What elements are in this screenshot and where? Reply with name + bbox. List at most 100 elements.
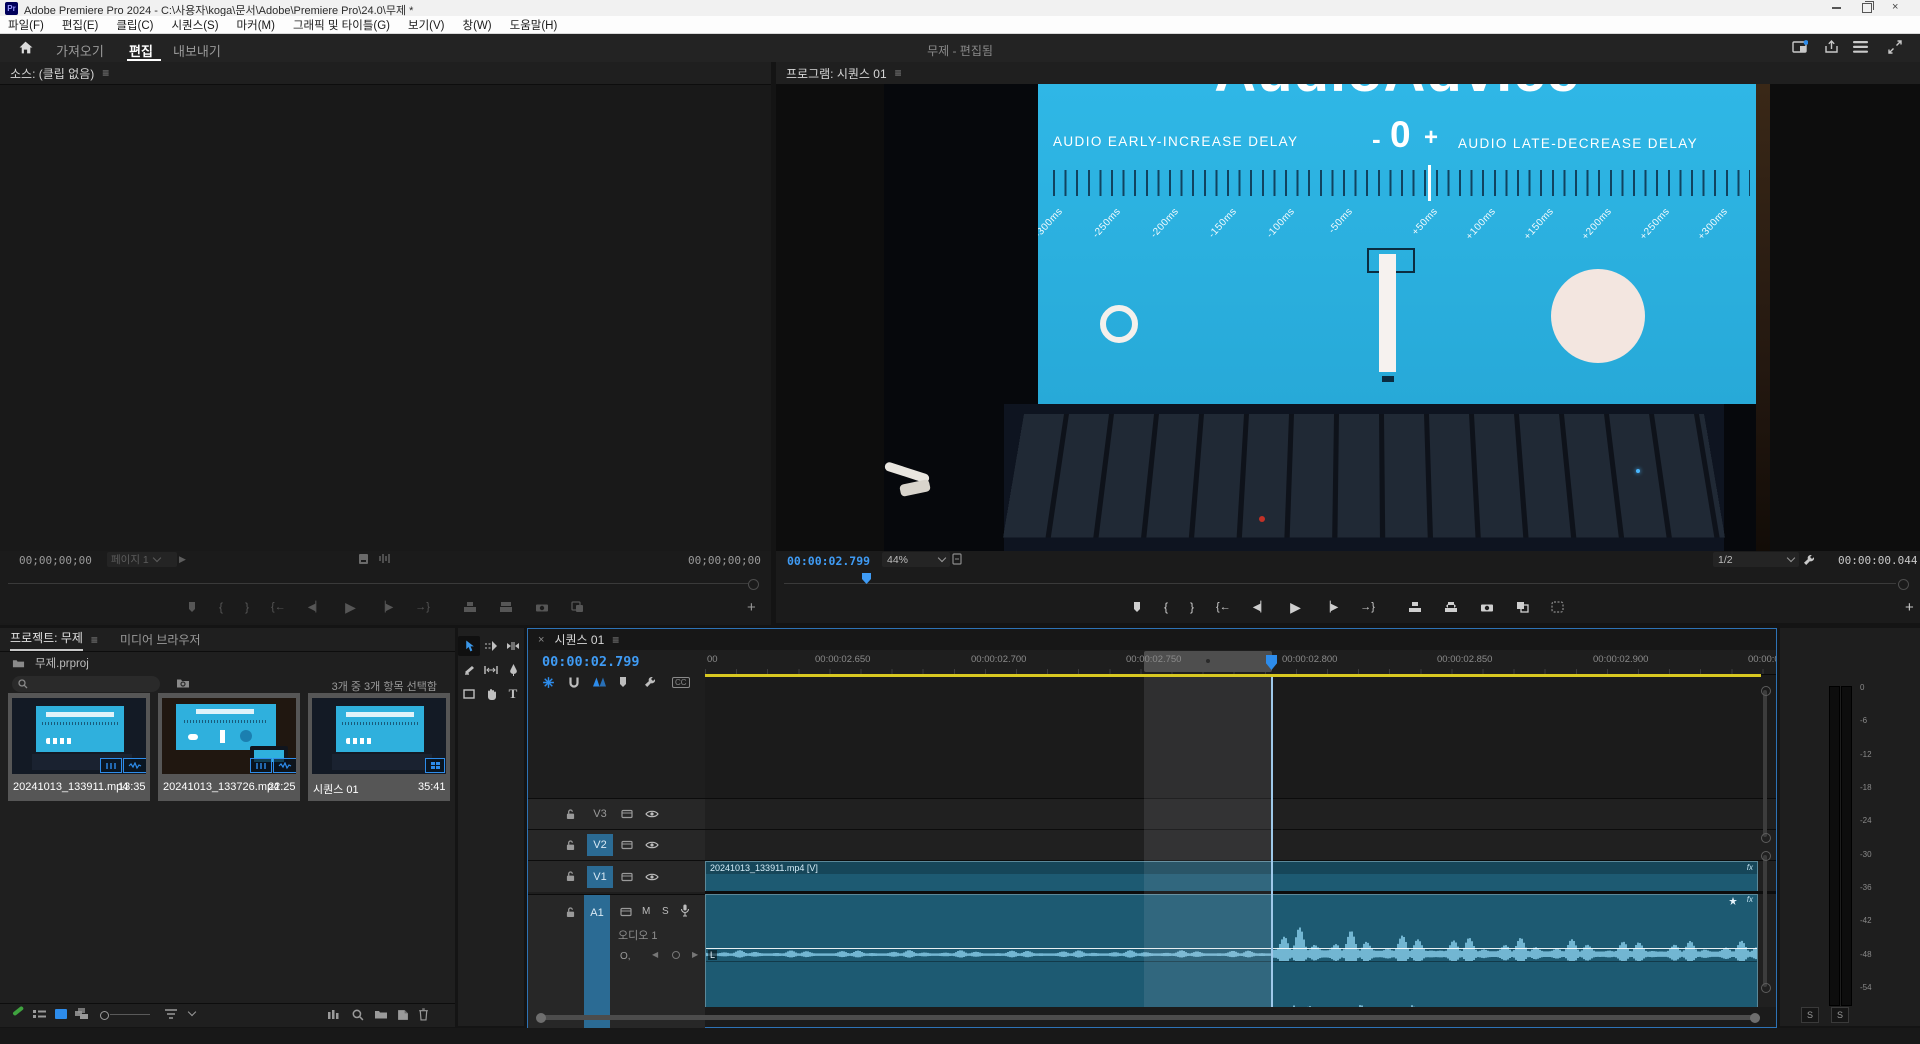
track-header-a1[interactable]: A1 M S 오디오 1 O, ◀ ▶ — [528, 894, 705, 1030]
share-export-icon[interactable] — [1824, 40, 1839, 54]
track-lock-icon[interactable] — [566, 907, 575, 918]
timeline-h-scrollbar[interactable] — [536, 1012, 1768, 1024]
search-input[interactable] — [12, 676, 160, 692]
track-header-v2[interactable]: V2 — [528, 829, 705, 860]
track-header-v3[interactable]: V3 — [528, 798, 705, 829]
add-keyframe-icon[interactable] — [672, 951, 680, 959]
voiceover-mic-icon[interactable] — [680, 904, 690, 917]
sync-lock-icon[interactable] — [621, 872, 633, 882]
tool-selection[interactable] — [458, 636, 480, 656]
tool-ripple-edit[interactable] — [502, 636, 524, 656]
program-scrollbar-handle[interactable] — [1898, 579, 1909, 590]
timeline-v-scrollbar-audio[interactable] — [1761, 851, 1770, 991]
source-play-icon[interactable]: ▶ — [345, 599, 356, 616]
track-output-eye-icon[interactable] — [645, 841, 659, 849]
nest-insert-icon[interactable] — [542, 676, 555, 689]
tool-track-select-forward[interactable] — [480, 636, 502, 656]
source-mark-out-icon[interactable]: } — [245, 600, 249, 614]
program-settings-wrench-icon[interactable] — [1803, 554, 1815, 566]
source-add-marker-icon[interactable] — [187, 601, 197, 613]
next-keyframe-icon[interactable]: ▶ — [692, 950, 698, 959]
program-button-editor-icon[interactable] — [1551, 601, 1564, 613]
timeline-tab-close-icon[interactable]: × — [538, 634, 544, 646]
h-scroll-handle-left[interactable] — [536, 1013, 546, 1023]
delete-trash-icon[interactable] — [418, 1008, 429, 1021]
source-mark-in-icon[interactable]: { — [219, 600, 223, 614]
program-export-frame-icon[interactable] — [1480, 602, 1494, 613]
source-zoom-select[interactable]: 페이지 1 — [107, 552, 177, 567]
media-browser-tab[interactable]: 미디어 브라우저 — [120, 631, 201, 648]
h-scroll-handle-right[interactable] — [1750, 1013, 1760, 1023]
source-drag-av-icon[interactable] — [571, 601, 584, 613]
workspace-switcher-icon[interactable] — [1792, 40, 1808, 54]
project-writable-pencil-icon[interactable] — [12, 1006, 24, 1016]
program-panel-tab[interactable]: 프로그램: 시퀀스 01 — [786, 65, 887, 82]
program-mark-out-icon[interactable]: } — [1190, 600, 1194, 614]
program-panel-menu-icon[interactable]: ≡ — [895, 66, 902, 80]
minimize-button[interactable] — [1832, 7, 1841, 9]
timeline-ruler[interactable]: 0000:00:02.65000:00:02.70000:00:02.75000… — [705, 650, 1776, 675]
track-lock-icon[interactable] — [566, 871, 575, 882]
program-comparison-view-icon[interactable] — [1516, 601, 1529, 613]
meter-solo-right-button[interactable]: S — [1831, 1007, 1849, 1023]
freeform-view-icon[interactable] — [74, 1008, 89, 1020]
quick-export-stack-icon[interactable] — [1852, 41, 1869, 53]
project-panel-menu-icon[interactable]: ≡ — [91, 633, 98, 647]
tool-type[interactable]: T — [502, 684, 524, 704]
tool-hand[interactable] — [480, 684, 502, 704]
timeline-v-scrollbar-video[interactable] — [1761, 686, 1770, 841]
track-badge-a1[interactable]: A1 — [584, 895, 610, 1030]
source-button-editor-icon[interactable] — [378, 553, 392, 564]
program-zoom-select[interactable]: 44% — [882, 552, 950, 567]
timeline-timecode[interactable]: 00:00:02.799 — [542, 654, 640, 670]
icon-view-icon[interactable] — [55, 1009, 67, 1019]
menu-item-2[interactable]: 클립(C) — [116, 17, 153, 33]
project-panel-tab[interactable]: 프로젝트: 무제 — [10, 629, 83, 651]
source-step-forward-icon[interactable]: ▕▶ — [378, 602, 393, 613]
project-item-card-2[interactable]: 20241013_133726.mp4 22:25 — [158, 693, 300, 801]
program-mark-in-icon[interactable]: { — [1164, 600, 1168, 614]
sort-icon[interactable] — [164, 1008, 178, 1020]
source-settings-icon[interactable] — [358, 553, 369, 565]
solo-button[interactable]: S — [662, 906, 669, 917]
playhead-line[interactable] — [1271, 677, 1273, 1007]
keyframe-mode-select[interactable]: O, — [620, 951, 631, 962]
source-step-back-icon[interactable]: ◀▏ — [308, 602, 323, 613]
source-panel-tab[interactable]: 소스: (클립 없음) — [10, 65, 94, 82]
program-add-button[interactable]: + — [1905, 599, 1914, 616]
program-step-back-icon[interactable]: ◀▏ — [1253, 602, 1268, 613]
source-timecode-current[interactable]: 00;00;00;00 — [19, 554, 92, 567]
new-bin-icon[interactable] — [374, 1009, 388, 1020]
timeline-tab[interactable]: 시퀀스 01 — [554, 631, 604, 648]
program-resolution-select[interactable]: 1/2 — [1713, 552, 1799, 567]
sync-lock-icon[interactable] — [620, 907, 632, 917]
new-item-icon[interactable] — [397, 1009, 409, 1021]
search-bin-icon[interactable] — [176, 677, 190, 689]
project-item-card-1[interactable]: 20241013_133911.mp4 13:35 — [8, 693, 150, 801]
source-goto-in-icon[interactable]: {← — [271, 601, 286, 613]
menu-item-6[interactable]: 보기(V) — [408, 17, 445, 33]
zoom-slider-knob[interactable] — [100, 1011, 109, 1020]
tool-slip[interactable] — [480, 660, 502, 680]
linked-selection-icon[interactable] — [592, 676, 607, 688]
tool-razor[interactable] — [458, 660, 480, 680]
source-panel-menu-icon[interactable]: ≡ — [102, 66, 109, 80]
fullscreen-icon[interactable] — [1888, 40, 1902, 54]
timeline-panel-menu-icon[interactable]: ≡ — [612, 633, 619, 647]
sort-chevron-icon[interactable] — [188, 1008, 196, 1016]
source-export-frame-icon[interactable] — [535, 602, 549, 613]
program-fit-icon[interactable] — [952, 553, 962, 565]
meter-solo-left-button[interactable]: S — [1801, 1007, 1819, 1023]
list-view-icon[interactable] — [33, 1009, 46, 1020]
sync-lock-icon[interactable] — [621, 809, 633, 819]
project-bin-row[interactable]: 무제.prproj — [0, 654, 455, 672]
program-lift-icon[interactable] — [1408, 601, 1422, 613]
tool-pen[interactable] — [502, 660, 524, 680]
track-lock-icon[interactable] — [566, 840, 575, 851]
track-lock-icon[interactable] — [566, 809, 575, 820]
prev-keyframe-icon[interactable]: ◀ — [652, 950, 658, 959]
timeline-settings-wrench-icon[interactable] — [644, 676, 656, 688]
program-timecode-current[interactable]: 00:00:02.799 — [787, 554, 870, 568]
track-badge-v3[interactable]: V3 — [587, 808, 613, 820]
project-item-card-3[interactable]: 시퀀스 01 35:41 — [308, 693, 450, 801]
